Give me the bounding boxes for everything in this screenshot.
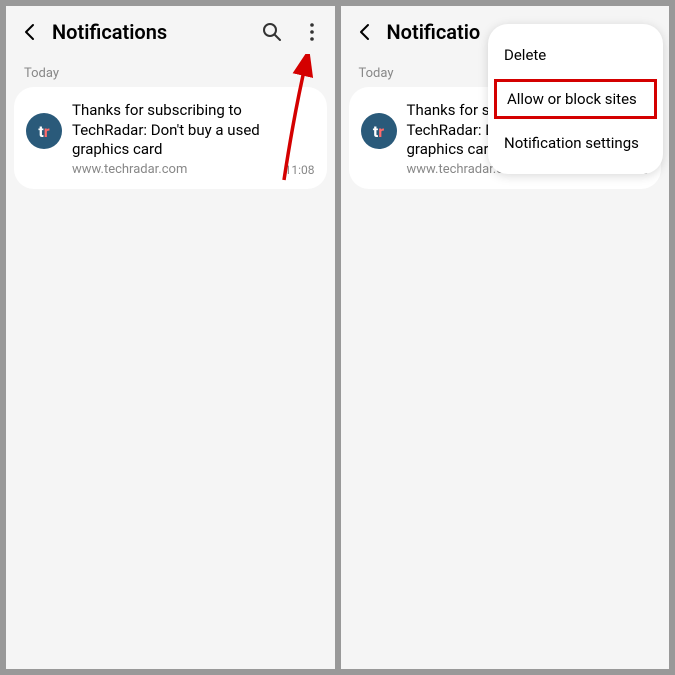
card-content: Thanks for subscribing to TechRadar: Don… xyxy=(62,101,285,177)
header-actions xyxy=(261,21,323,43)
notification-card[interactable]: tr Thanks for subscribing to TechRadar: … xyxy=(14,87,327,189)
notification-time: 11:08 xyxy=(285,163,315,177)
overflow-menu: Delete Allow or block sites Notification… xyxy=(488,24,663,174)
panel-left: Notifications Today tr Thanks for subscr… xyxy=(6,6,335,669)
page-title: Notifications xyxy=(52,20,261,44)
avatar: tr xyxy=(26,113,62,149)
notification-source: www.techradar.com xyxy=(72,162,279,177)
section-label: Today xyxy=(6,58,335,87)
search-icon[interactable] xyxy=(261,21,283,43)
menu-allow-block[interactable]: Allow or block sites xyxy=(494,79,657,119)
notification-title: Thanks for subscribing to TechRadar: Don… xyxy=(72,101,279,160)
avatar: tr xyxy=(361,113,397,149)
menu-delete[interactable]: Delete xyxy=(488,34,663,76)
panel-right: Notificatio Today tr Thanks for subscrib… xyxy=(341,6,670,669)
header: Notifications xyxy=(6,6,335,58)
menu-notification-settings[interactable]: Notification settings xyxy=(488,122,663,164)
back-icon[interactable] xyxy=(18,20,42,44)
more-icon[interactable] xyxy=(301,21,323,43)
back-icon[interactable] xyxy=(353,20,377,44)
